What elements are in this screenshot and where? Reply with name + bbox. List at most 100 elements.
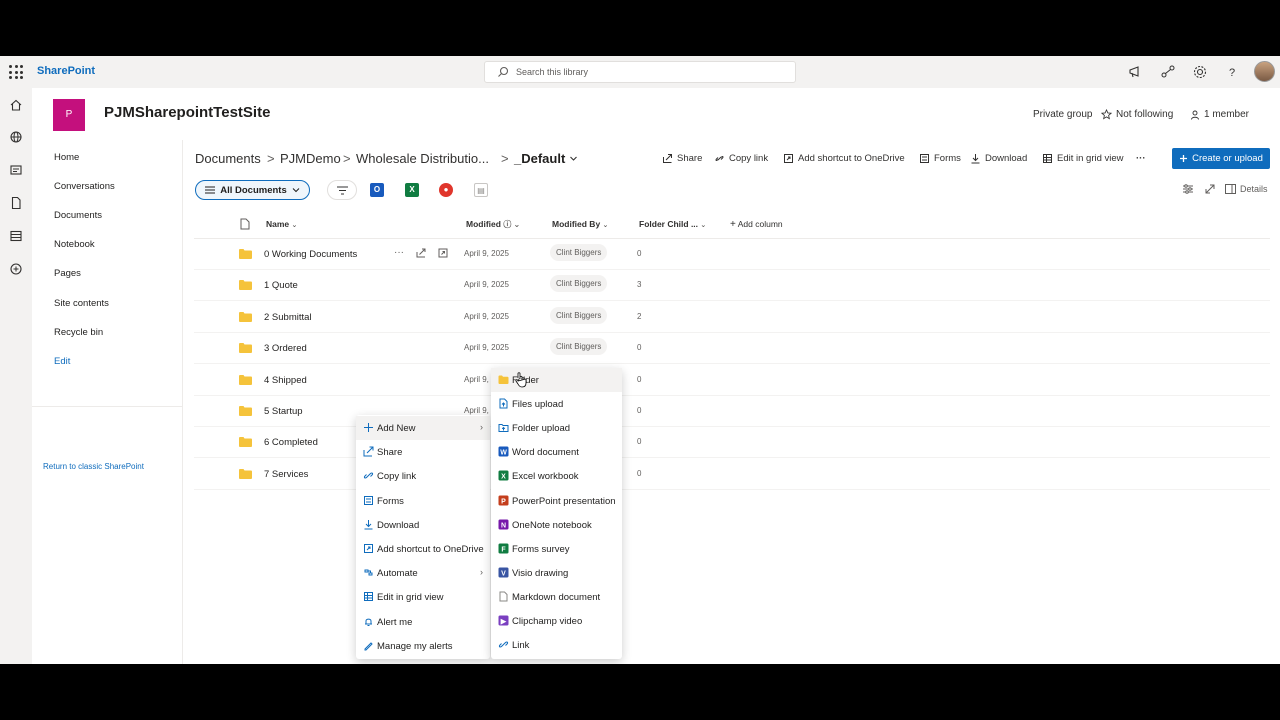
- menu-item-forms-survey[interactable]: F Forms survey: [491, 537, 622, 561]
- grid-view-command[interactable]: Edit in grid view: [1042, 153, 1124, 164]
- breadcrumb-item[interactable]: Wholesale Distributio...: [356, 151, 489, 166]
- menu-item-copy-link[interactable]: Copy link: [356, 464, 490, 488]
- site-navigation: Home Conversations Documents Notebook Pa…: [32, 140, 183, 664]
- more-actions-icon[interactable]: ···: [394, 247, 404, 258]
- folder-name[interactable]: 6 Completed: [264, 437, 318, 448]
- forms-label: Forms: [934, 153, 961, 164]
- forms-command[interactable]: Forms: [919, 153, 961, 164]
- members-button[interactable]: 1 member: [1190, 109, 1249, 120]
- folder-name[interactable]: 7 Services: [264, 469, 308, 480]
- breadcrumb-current[interactable]: _Default: [514, 151, 578, 166]
- template-app-icon[interactable]: ▤: [474, 183, 488, 197]
- menu-item-folder-upload[interactable]: Folder upload: [491, 416, 622, 440]
- pdf-app-icon[interactable]: ●: [439, 183, 453, 197]
- menu-item-folder[interactable]: Folder: [491, 368, 622, 392]
- breadcrumb-item[interactable]: PJMDemo: [280, 151, 341, 166]
- copy-link-command[interactable]: Copy link: [714, 153, 768, 164]
- menu-item-onenote-notebook[interactable]: N OneNote notebook: [491, 513, 622, 537]
- search-box[interactable]: Search this library: [484, 61, 796, 83]
- nav-item-notebook[interactable]: Notebook: [54, 239, 95, 250]
- download-command[interactable]: Download: [970, 153, 1027, 164]
- help-icon[interactable]: ?: [1224, 64, 1240, 80]
- menu-item-clipchamp-video[interactable]: ▶ Clipchamp video: [491, 609, 622, 633]
- sliders-icon[interactable]: [1182, 183, 1194, 195]
- modified-by-chip[interactable]: Clint Biggers: [550, 244, 608, 261]
- create-icon[interactable]: [9, 262, 23, 276]
- nav-item-site-contents[interactable]: Site contents: [54, 298, 109, 309]
- view-selector[interactable]: All Documents: [195, 180, 310, 200]
- menu-item-download[interactable]: Download: [356, 513, 490, 537]
- shortcut-icon[interactable]: [438, 248, 448, 258]
- menu-item-files-upload[interactable]: Files upload: [491, 392, 622, 416]
- menu-item-link[interactable]: Link: [491, 633, 622, 657]
- folder-name[interactable]: 0 Working Documents: [264, 249, 357, 260]
- megaphone-icon[interactable]: [1128, 64, 1144, 80]
- nav-item-recycle-bin[interactable]: Recycle bin: [54, 327, 103, 338]
- file-type-icon[interactable]: [240, 218, 250, 230]
- table-row[interactable]: 2 Submittal April 9, 2025 Clint Biggers 2: [194, 302, 1270, 333]
- column-header-name[interactable]: Name ⌄: [266, 219, 297, 229]
- classic-sharepoint-link[interactable]: Return to classic SharePoint: [43, 462, 144, 471]
- share-command[interactable]: Share: [662, 153, 702, 164]
- lists-icon[interactable]: [9, 229, 23, 243]
- home-icon[interactable]: [9, 98, 23, 112]
- modified-by-chip[interactable]: Clint Biggers: [550, 306, 608, 324]
- menu-item-excel-workbook[interactable]: X Excel workbook: [491, 464, 622, 488]
- details-pane-button[interactable]: Details: [1225, 184, 1268, 194]
- menu-item-forms[interactable]: Forms: [356, 489, 490, 513]
- nav-item-documents[interactable]: Documents: [54, 210, 102, 221]
- breadcrumb-item[interactable]: Documents: [195, 151, 261, 166]
- create-upload-button[interactable]: Create or upload: [1172, 148, 1270, 169]
- menu-item-alert-me[interactable]: Alert me: [356, 610, 490, 634]
- menu-item-visio-drawing[interactable]: V Visio drawing: [491, 561, 622, 585]
- folder-name[interactable]: 5 Startup: [264, 406, 303, 417]
- add-shortcut-command[interactable]: Add shortcut to OneDrive: [783, 153, 905, 164]
- folder-name[interactable]: 2 Submittal: [264, 312, 312, 323]
- column-header-folder-child[interactable]: Folder Child ... ⌄: [639, 219, 706, 229]
- follow-button[interactable]: Not following: [1101, 109, 1173, 120]
- menu-item-add-shortcut-to-onedrive[interactable]: Add shortcut to OneDrive: [356, 537, 490, 561]
- table-row[interactable]: 4 Shipped April 9, 0: [194, 365, 1270, 396]
- folder-name[interactable]: 4 Shipped: [264, 375, 307, 386]
- app-launcher-icon[interactable]: [9, 65, 23, 79]
- site-title[interactable]: PJMSharepointTestSite: [104, 104, 270, 121]
- expand-icon[interactable]: [1204, 183, 1216, 195]
- table-row[interactable]: 1 Quote April 9, 2025 Clint Biggers 3: [194, 270, 1270, 302]
- nav-item-pages[interactable]: Pages: [54, 268, 81, 279]
- share-network-icon[interactable]: [1160, 64, 1176, 80]
- menu-item-automate[interactable]: Automate ›: [356, 561, 490, 585]
- news-icon[interactable]: [9, 163, 23, 177]
- menu-item-add-new[interactable]: Add New ›: [356, 416, 490, 440]
- table-row[interactable]: 3 Ordered April 9, 2025 Clint Biggers 0: [194, 333, 1270, 365]
- outlook-app-icon[interactable]: O: [370, 183, 384, 197]
- app-name[interactable]: SharePoint: [37, 65, 95, 77]
- folder-name[interactable]: 3 Ordered: [264, 343, 307, 354]
- menu-item-edit-in-grid-view[interactable]: Edit in grid view: [356, 585, 490, 609]
- settings-gear-icon[interactable]: [1192, 64, 1208, 80]
- share-icon[interactable]: [416, 248, 426, 258]
- column-header-modified-by[interactable]: Modified By ⌄: [552, 219, 608, 229]
- more-commands-button[interactable]: ···: [1136, 153, 1146, 164]
- excel-app-icon[interactable]: X: [405, 183, 419, 197]
- file-icon[interactable]: [9, 196, 23, 210]
- menu-item-word-document[interactable]: W Word document: [491, 440, 622, 464]
- filter-button[interactable]: [327, 180, 357, 200]
- modified-by-chip[interactable]: Clint Biggers: [550, 338, 608, 356]
- table-row[interactable]: 0 Working Documents ··· April 9, 2025 Clint…: [194, 239, 1270, 270]
- nav-edit-link[interactable]: Edit: [54, 356, 70, 367]
- globe-icon[interactable]: [9, 130, 23, 144]
- column-header-modified[interactable]: Modified ⓘ ⌄: [466, 219, 520, 230]
- site-logo[interactable]: P: [53, 99, 85, 131]
- menu-item-label: Automate: [377, 568, 418, 580]
- menu-item-powerpoint-presentation[interactable]: P PowerPoint presentation: [491, 489, 622, 513]
- menu-item-markdown-document[interactable]: Markdown document: [491, 585, 622, 609]
- folder-child-count: 3: [637, 280, 642, 290]
- menu-item-manage-my-alerts[interactable]: Manage my alerts: [356, 634, 490, 658]
- user-avatar[interactable]: [1254, 61, 1275, 82]
- nav-item-conversations[interactable]: Conversations: [54, 181, 115, 192]
- modified-by-chip[interactable]: Clint Biggers: [550, 275, 608, 293]
- nav-item-home[interactable]: Home: [54, 152, 79, 163]
- menu-item-share[interactable]: Share: [356, 440, 490, 464]
- folder-name[interactable]: 1 Quote: [264, 280, 298, 291]
- add-column-button[interactable]: + Add column: [730, 219, 783, 230]
